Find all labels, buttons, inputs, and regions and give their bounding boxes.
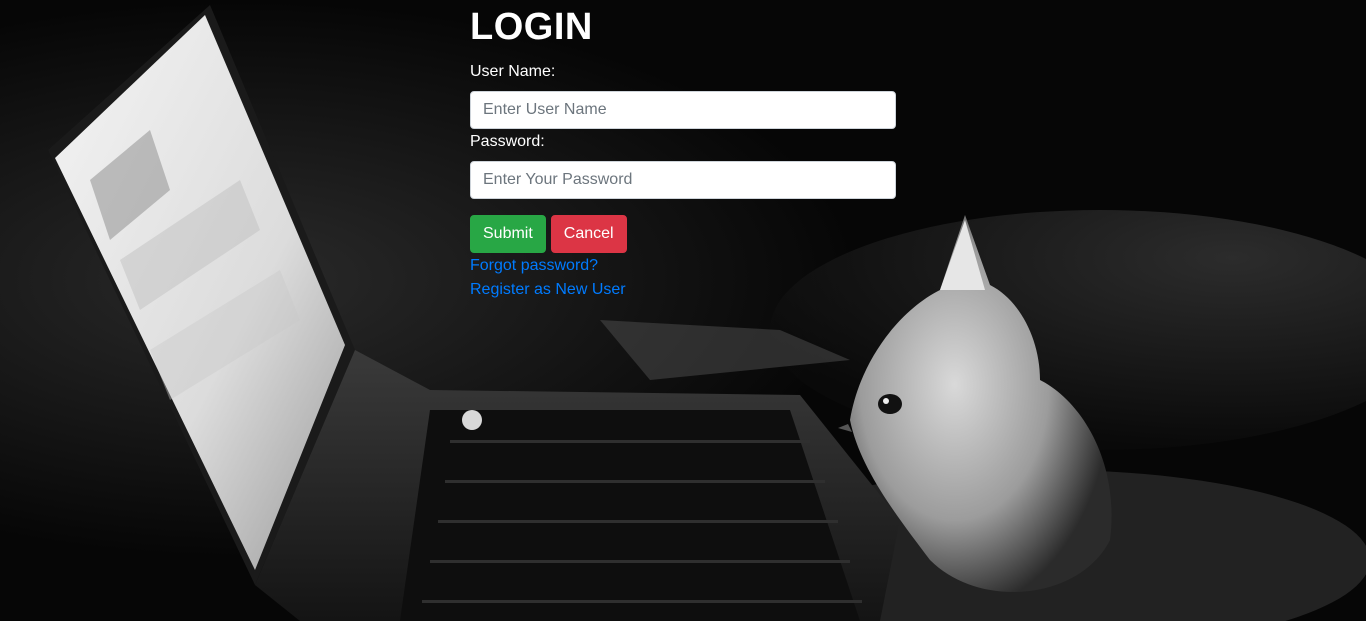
auth-links: Forgot password? Register as New User [470,254,896,302]
register-link[interactable]: Register as New User [470,278,896,302]
username-input[interactable] [470,91,896,129]
login-page: LOGIN User Name: Password: Submit Cancel… [0,0,1366,621]
login-title: LOGIN [470,6,593,48]
button-row: Submit Cancel [470,215,896,253]
password-label: Password: [470,133,545,150]
forgot-password-link[interactable]: Forgot password? [470,254,896,278]
password-input[interactable] [470,161,896,199]
username-label: User Name: [470,63,556,80]
login-form: LOGIN User Name: Password: Submit Cancel… [470,0,896,302]
cancel-button[interactable]: Cancel [550,215,627,253]
submit-button[interactable]: Submit [470,215,546,253]
